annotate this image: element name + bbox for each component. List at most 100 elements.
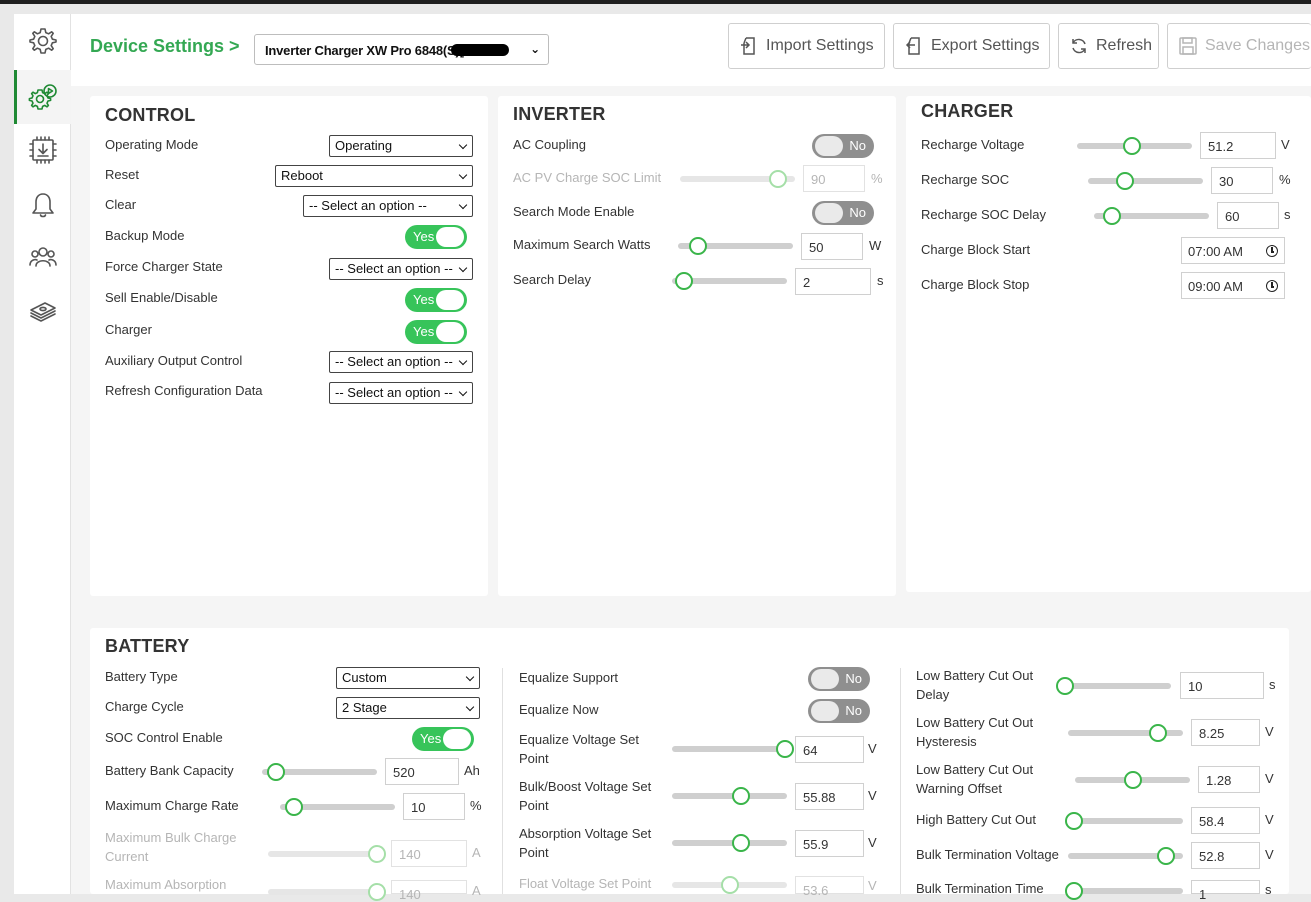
slider-thumb[interactable]: [1123, 137, 1142, 155]
reset-select[interactable]: Reboot: [275, 165, 473, 187]
recharge-soc-delay-input[interactable]: 60: [1217, 202, 1279, 229]
export-settings-button[interactable]: Export Settings: [893, 23, 1050, 69]
max-charge-rate-input[interactable]: 10: [403, 793, 465, 820]
slider-thumb[interactable]: [1156, 847, 1175, 865]
slider-thumb[interactable]: [775, 740, 794, 758]
equalize-now-toggle[interactable]: No: [808, 699, 870, 723]
slider-thumb[interactable]: [732, 787, 750, 805]
search-mode-toggle-text: No: [849, 205, 866, 220]
toggle-knob: [443, 729, 471, 749]
refresh-button[interactable]: Refresh: [1058, 23, 1159, 69]
low-batt-cutout-hysteresis-slider[interactable]: [1068, 724, 1183, 742]
slider-thumb[interactable]: [1103, 207, 1122, 225]
recharge-soc-input[interactable]: 30: [1211, 167, 1273, 194]
max-absorption-input[interactable]: 140: [391, 880, 467, 902]
slider-thumb[interactable]: [266, 763, 285, 781]
sidebar-item-billing[interactable]: [14, 284, 71, 338]
slider-thumb[interactable]: [368, 883, 387, 901]
slider-thumb[interactable]: [1123, 771, 1142, 789]
bank-capacity-input[interactable]: 520: [385, 758, 459, 785]
recharge-voltage-slider[interactable]: [1077, 137, 1192, 155]
equalize-voltage-slider[interactable]: [672, 740, 794, 758]
bulk-termination-voltage-input[interactable]: 52.8: [1191, 842, 1260, 869]
slider-thumb[interactable]: [368, 845, 387, 863]
low-batt-warning-offset-slider[interactable]: [1075, 771, 1190, 789]
import-settings-button[interactable]: Import Settings: [728, 23, 885, 69]
recharge-soc-slider[interactable]: [1088, 172, 1203, 190]
absorption-voltage-unit: V: [868, 835, 877, 850]
slider-thumb[interactable]: [674, 272, 693, 290]
max-bulk-current-input[interactable]: 140: [391, 840, 467, 867]
clock-icon[interactable]: [1266, 245, 1278, 257]
aux-output-select[interactable]: -- Select an option --: [329, 351, 473, 373]
bulk-termination-time-input[interactable]: 1: [1191, 880, 1260, 902]
save-changes-button[interactable]: Save Changes: [1167, 23, 1311, 69]
recharge-soc-delay-slider[interactable]: [1094, 207, 1209, 225]
low-batt-warning-offset-unit: V: [1265, 771, 1274, 786]
bank-capacity-slider[interactable]: [262, 763, 377, 781]
charge-cycle-select[interactable]: 2 Stage: [336, 697, 480, 719]
bulk-boost-voltage-slider[interactable]: [672, 787, 787, 805]
slider-thumb[interactable]: [768, 170, 787, 188]
max-charge-rate-slider[interactable]: [280, 798, 395, 816]
sidebar-item-firmware[interactable]: [14, 122, 71, 176]
charger-toggle[interactable]: Yes: [405, 320, 467, 344]
sidebar-item-notifications[interactable]: [14, 178, 71, 232]
slider-thumb[interactable]: [1055, 677, 1074, 695]
float-voltage-input[interactable]: 53.6: [795, 876, 864, 898]
search-mode-toggle[interactable]: No: [812, 201, 874, 225]
max-search-watts-slider[interactable]: [678, 237, 793, 255]
refresh-config-select[interactable]: -- Select an option --: [329, 382, 473, 404]
high-batt-cutout-input[interactable]: 58.4: [1191, 807, 1260, 834]
recharge-voltage-input[interactable]: 51.2: [1200, 132, 1276, 159]
slider-thumb[interactable]: [1064, 812, 1083, 830]
charge-block-stop-input[interactable]: 09:00 AM: [1181, 272, 1285, 299]
max-absorption-slider[interactable]: [268, 883, 387, 901]
low-batt-cutout-delay-slider[interactable]: [1055, 677, 1171, 695]
slider-thumb[interactable]: [1115, 172, 1134, 190]
absorption-voltage-slider[interactable]: [672, 834, 787, 852]
ac-pv-soc-limit-label: AC PV Charge SOC Limit: [513, 170, 662, 185]
max-bulk-current-slider[interactable]: [268, 845, 387, 863]
search-delay-input[interactable]: 2: [795, 268, 871, 295]
bulk-termination-voltage-slider[interactable]: [1068, 847, 1183, 865]
slider-thumb[interactable]: [284, 798, 303, 816]
recharge-voltage-label: Recharge Voltage: [921, 137, 1025, 152]
charge-block-start-input[interactable]: 07:00 AM: [1181, 237, 1285, 264]
ac-coupling-toggle[interactable]: No: [812, 134, 874, 158]
battery-type-select[interactable]: Custom: [336, 667, 480, 689]
backup-mode-toggle[interactable]: Yes: [405, 225, 467, 249]
search-delay-slider[interactable]: [672, 272, 787, 290]
equalize-now-toggle-text: No: [845, 703, 862, 718]
equalize-voltage-input[interactable]: 64: [795, 736, 864, 763]
soc-control-toggle[interactable]: Yes: [412, 727, 474, 751]
bulk-boost-voltage-input[interactable]: 55.88: [795, 783, 864, 810]
float-voltage-slider[interactable]: [672, 876, 787, 894]
sidebar-item-device-settings[interactable]: [14, 70, 71, 124]
ac-pv-soc-limit-input[interactable]: 90: [803, 165, 865, 192]
device-select[interactable]: Inverter Charger XW Pro 6848(S)[ ⌄: [254, 34, 549, 65]
absorption-voltage-input[interactable]: 55.9: [795, 830, 864, 857]
clear-select[interactable]: -- Select an option --: [303, 195, 473, 217]
sidebar-item-settings[interactable]: [14, 14, 71, 68]
bulk-termination-time-slider[interactable]: [1064, 882, 1183, 900]
low-batt-cutout-hysteresis-input[interactable]: 8.25: [1191, 719, 1260, 746]
sidebar-item-users[interactable]: [14, 230, 71, 284]
low-batt-warning-offset-input[interactable]: 1.28: [1198, 766, 1260, 793]
ac-pv-soc-limit-slider[interactable]: [680, 170, 795, 188]
slider-thumb[interactable]: [1064, 882, 1083, 900]
operating-mode-select[interactable]: Operating: [329, 135, 473, 157]
max-search-watts-input[interactable]: 50: [801, 233, 863, 260]
low-batt-cutout-delay-unit: s: [1269, 677, 1276, 692]
sell-enable-toggle[interactable]: Yes: [405, 288, 467, 312]
slider-thumb[interactable]: [1148, 724, 1167, 742]
breadcrumb[interactable]: Device Settings >: [90, 36, 240, 57]
slider-thumb[interactable]: [688, 237, 707, 255]
clock-icon[interactable]: [1266, 280, 1278, 292]
low-batt-cutout-delay-input[interactable]: 10: [1180, 672, 1264, 699]
equalize-support-toggle[interactable]: No: [808, 667, 870, 691]
force-charger-state-select[interactable]: -- Select an option --: [329, 258, 473, 280]
high-batt-cutout-slider[interactable]: [1064, 812, 1183, 830]
slider-thumb[interactable]: [732, 834, 750, 852]
slider-thumb[interactable]: [720, 876, 739, 894]
